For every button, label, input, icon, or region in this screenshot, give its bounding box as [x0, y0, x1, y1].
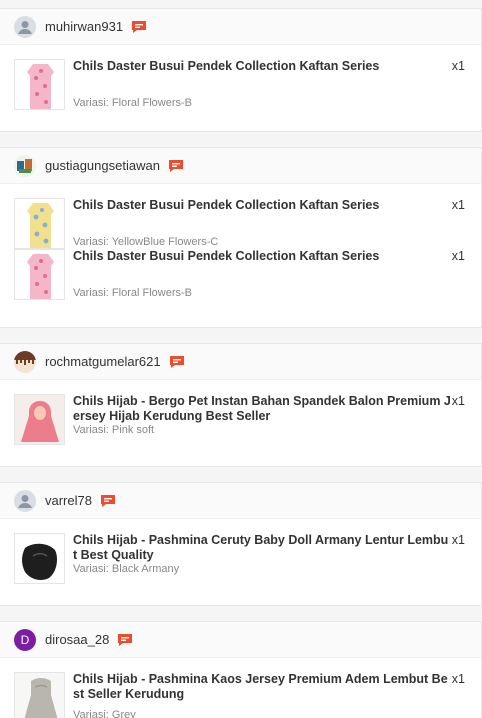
- order-item[interactable]: Chils Hijab - Bergo Pet Instan Bahan Spa…: [0, 380, 481, 445]
- product-title[interactable]: Chils Hijab - Pashmina Ceruty Baby Doll …: [73, 533, 451, 563]
- product-quantity: x1: [451, 394, 465, 408]
- product-title[interactable]: Chils Daster Busui Pendek Collection Kaf…: [73, 59, 451, 74]
- user-icon: [18, 494, 32, 508]
- product-title[interactable]: Chils Hijab - Bergo Pet Instan Bahan Spa…: [73, 394, 451, 424]
- chat-icon[interactable]: [100, 494, 116, 508]
- user-icon: [18, 20, 32, 34]
- product-variant: Variasi: Floral Flowers-B: [73, 287, 192, 299]
- product-variant: Variasi: YellowBlue Flowers-C: [73, 236, 219, 248]
- order-item[interactable]: Chils Daster Busui Pendek Collection Kaf…: [0, 184, 481, 249]
- avatar-letter: D: [20, 632, 30, 647]
- buyer-username[interactable]: rochmatgumelar621: [45, 354, 161, 369]
- product-variant: Variasi: Grey: [73, 709, 136, 718]
- buyer-header: rochmatgumelar621: [0, 344, 481, 380]
- avatar[interactable]: [14, 489, 36, 512]
- product-quantity: x1: [451, 59, 465, 73]
- order-card: gustiagungsetiawan Chils Daster Busui Pe…: [0, 147, 482, 328]
- buyer-header: muhirwan931: [0, 9, 481, 45]
- order-item[interactable]: Chils Hijab - Pashmina Kaos Jersey Premi…: [0, 658, 481, 718]
- avatar[interactable]: [14, 154, 36, 177]
- order-list: muhirwan931 Chils Daster Busui Pendek Co…: [0, 0, 482, 718]
- buyer-username[interactable]: gustiagungsetiawan: [45, 158, 160, 173]
- product-quantity: x1: [451, 249, 465, 263]
- buyer-username[interactable]: dirosaa_28: [45, 632, 109, 647]
- product-thumbnail[interactable]: [14, 198, 65, 249]
- product-thumbnail[interactable]: [14, 672, 65, 718]
- product-title[interactable]: Chils Hijab - Pashmina Kaos Jersey Premi…: [73, 672, 451, 702]
- buyer-header: D dirosaa_28: [0, 622, 481, 658]
- buyer-username[interactable]: varrel78: [45, 493, 92, 508]
- order-card: rochmatgumelar621 Chils Hijab - Bergo Pe…: [0, 343, 482, 467]
- buyer-header: gustiagungsetiawan: [0, 148, 481, 184]
- product-variant: Variasi: Pink soft: [73, 424, 155, 436]
- chat-icon[interactable]: [168, 159, 184, 173]
- order-card: D dirosaa_28 Chils Hijab - Pashmina Kaos…: [0, 621, 482, 718]
- product-quantity: x1: [451, 198, 465, 212]
- product-quantity: x1: [451, 533, 465, 547]
- chat-icon[interactable]: [131, 20, 147, 34]
- product-variant: Variasi: Black Armany: [73, 563, 180, 575]
- product-title[interactable]: Chils Daster Busui Pendek Collection Kaf…: [73, 249, 451, 264]
- order-card: varrel78 Chils Hijab - Pashmina Ceruty B…: [0, 482, 482, 606]
- chat-icon[interactable]: [169, 355, 185, 369]
- order-item[interactable]: Chils Daster Busui Pendek Collection Kaf…: [0, 249, 481, 314]
- avatar[interactable]: D: [14, 628, 36, 651]
- product-thumbnail[interactable]: [14, 394, 65, 445]
- product-thumbnail[interactable]: [14, 249, 65, 300]
- order-item[interactable]: Chils Daster Busui Pendek Collection Kaf…: [0, 45, 481, 110]
- product-title[interactable]: Chils Daster Busui Pendek Collection Kaf…: [73, 198, 451, 213]
- buyer-header: varrel78: [0, 483, 481, 519]
- product-thumbnail[interactable]: [14, 59, 65, 110]
- order-item[interactable]: Chils Hijab - Pashmina Ceruty Baby Doll …: [0, 519, 481, 584]
- chat-icon[interactable]: [117, 633, 133, 647]
- product-quantity: x1: [451, 672, 465, 686]
- avatar[interactable]: [14, 15, 36, 38]
- avatar[interactable]: [14, 350, 36, 373]
- buyer-username[interactable]: muhirwan931: [45, 19, 123, 34]
- product-thumbnail[interactable]: [14, 533, 65, 584]
- order-card: muhirwan931 Chils Daster Busui Pendek Co…: [0, 8, 482, 132]
- product-variant: Variasi: Floral Flowers-B: [73, 97, 192, 109]
